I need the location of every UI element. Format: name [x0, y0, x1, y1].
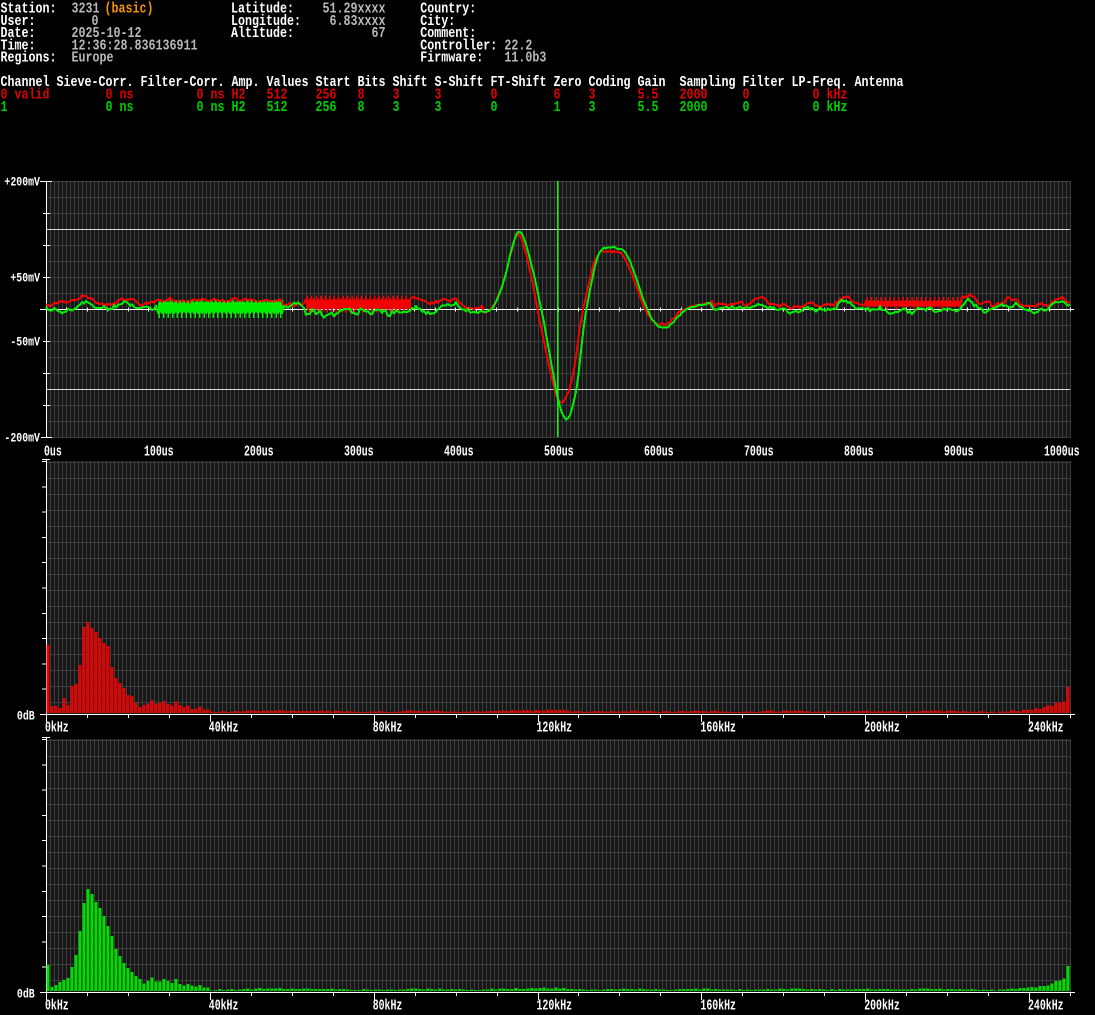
svg-text:240kHz: 240kHz: [1028, 998, 1064, 1015]
svg-text:0kHz: 0kHz: [45, 720, 69, 737]
svg-text:+200mV: +200mV: [4, 174, 40, 189]
svg-text:+50mV: +50mV: [10, 270, 40, 285]
svg-text:600us: 600us: [644, 443, 674, 460]
svg-text:0dB: 0dB: [17, 986, 35, 1001]
svg-text:80kHz: 80kHz: [373, 998, 403, 1015]
svg-text:0kHz: 0kHz: [45, 998, 69, 1015]
svg-text:Firmware:: Firmware:: [420, 51, 483, 67]
svg-text:500us: 500us: [544, 443, 574, 460]
svg-text:120kHz: 120kHz: [537, 720, 573, 737]
svg-text:200us: 200us: [244, 443, 274, 460]
svg-text:1 0 ns 0: 1 0 ns 0 ns H2 512 256 8 3 3 0 1 3 5.5 2…: [1, 100, 848, 116]
svg-text:0us: 0us: [44, 443, 62, 460]
svg-text:40kHz: 40kHz: [209, 998, 239, 1015]
svg-text:67: 67: [372, 26, 386, 42]
svg-text:200kHz: 200kHz: [864, 720, 900, 737]
svg-text:100us: 100us: [144, 443, 174, 460]
svg-text:11.0b3: 11.0b3: [504, 51, 546, 67]
svg-text:Europe: Europe: [72, 51, 114, 67]
svg-text:-50mV: -50mV: [10, 334, 40, 349]
svg-text:700us: 700us: [744, 443, 774, 460]
svg-text:40kHz: 40kHz: [209, 720, 239, 737]
svg-text:1000us: 1000us: [1044, 443, 1080, 460]
svg-text:160kHz: 160kHz: [700, 720, 736, 737]
svg-text:(basic): (basic): [105, 2, 154, 18]
svg-text:0dB: 0dB: [17, 708, 35, 723]
svg-text:800us: 800us: [844, 443, 874, 460]
svg-text:240kHz: 240kHz: [1028, 720, 1064, 737]
svg-text:-200mV: -200mV: [4, 430, 40, 445]
svg-text:400us: 400us: [444, 443, 474, 460]
svg-text:Regions:: Regions:: [1, 51, 57, 67]
svg-text:160kHz: 160kHz: [700, 998, 736, 1015]
svg-text:Altitude:: Altitude:: [231, 26, 294, 42]
svg-text:80kHz: 80kHz: [373, 720, 403, 737]
svg-text:300us: 300us: [344, 443, 374, 460]
svg-text:120kHz: 120kHz: [537, 998, 573, 1015]
svg-text:200kHz: 200kHz: [864, 998, 900, 1015]
svg-text:900us: 900us: [944, 443, 974, 460]
